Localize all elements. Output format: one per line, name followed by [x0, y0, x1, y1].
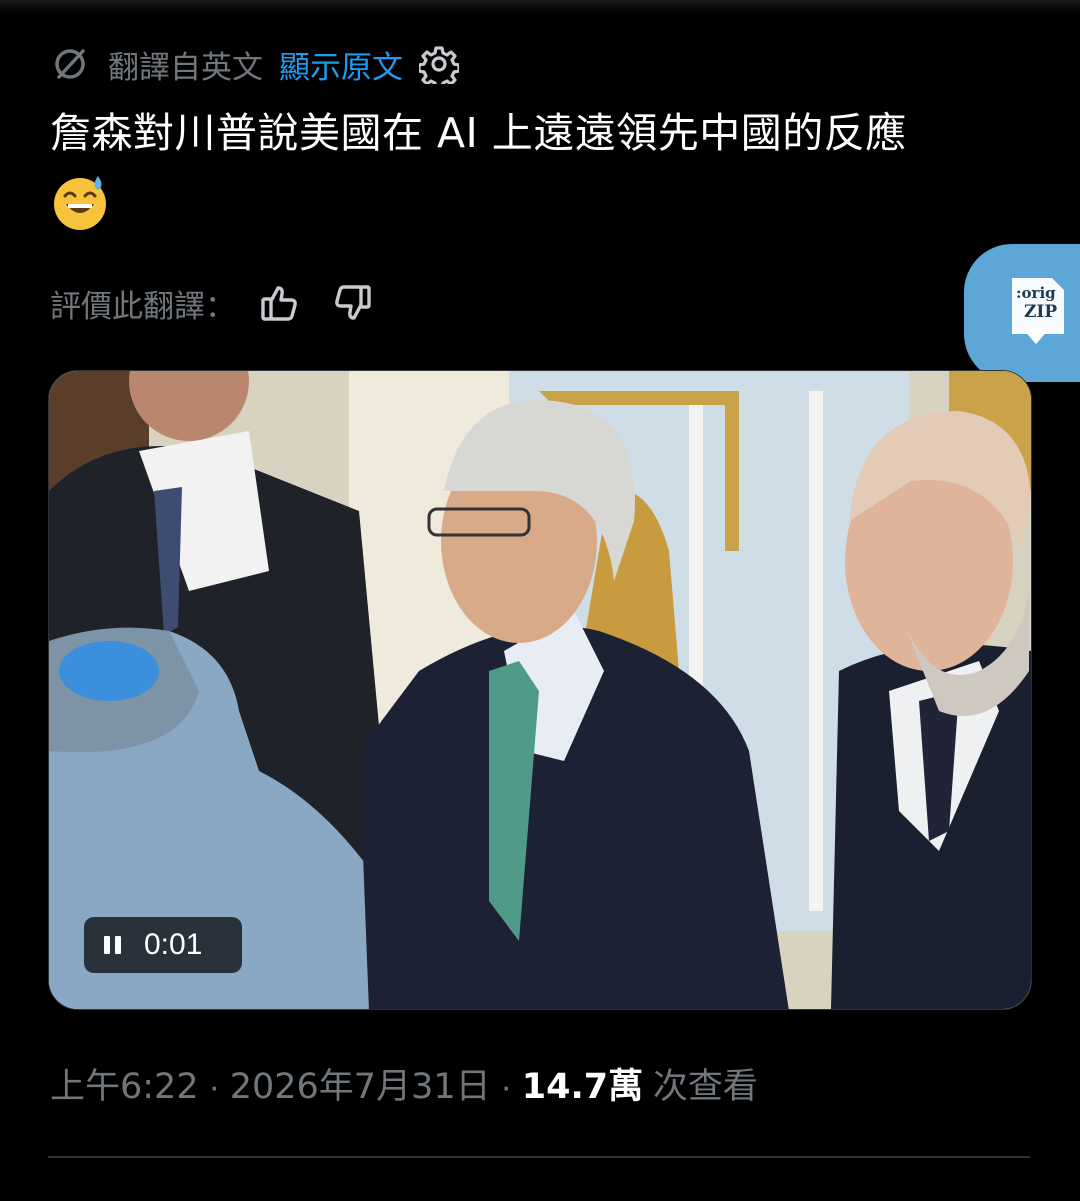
rate-translation-label: 評價此翻譯： — [50, 288, 236, 325]
orig-zip-extension-button[interactable]: :orig ZIP — [964, 244, 1080, 382]
translation-label: 翻譯自英文 — [108, 49, 263, 86]
divider — [48, 1156, 1030, 1158]
top-fade — [0, 0, 1080, 14]
rate-translation-row: 評價此翻譯： — [50, 278, 374, 328]
views-count[interactable]: 14.7萬 — [522, 1067, 643, 1107]
translation-bar: 翻譯自英文 顯示原文 — [50, 40, 459, 88]
video-player[interactable]: 0:01 — [48, 370, 1032, 1010]
video-elapsed-time: 0:01 — [144, 928, 203, 961]
tweet-text: 詹森對川普說美國在 AI 上遠遠領先中國的反應 — [50, 109, 907, 157]
thumbs-down-icon[interactable] — [330, 281, 374, 325]
tweet-meta: 上午6:22 · 2026年7月31日 · 14.7萬 次查看 — [50, 1058, 758, 1109]
video-timer: 0:01 — [84, 917, 242, 973]
action-bar-edge — [48, 1190, 1030, 1201]
translate-off-icon — [55, 49, 85, 79]
show-original-link[interactable]: 顯示原文 — [279, 42, 403, 87]
badge-zip-text: ZIP — [1024, 302, 1058, 322]
views-label: 次查看 — [652, 1067, 758, 1107]
video-frame — [49, 371, 1031, 1009]
meta-separator: · — [500, 1067, 513, 1106]
pause-icon[interactable] — [102, 933, 124, 957]
grinning-face-with-sweat-icon — [54, 176, 106, 230]
tweet-time[interactable]: 上午6:22 — [50, 1067, 199, 1107]
badge-orig-text: :orig — [1016, 284, 1056, 302]
tweet-date[interactable]: 2026年7月31日 — [230, 1067, 491, 1107]
meta-separator: · — [208, 1067, 220, 1106]
thumbs-up-icon[interactable] — [258, 281, 302, 325]
gear-icon[interactable] — [419, 44, 459, 84]
